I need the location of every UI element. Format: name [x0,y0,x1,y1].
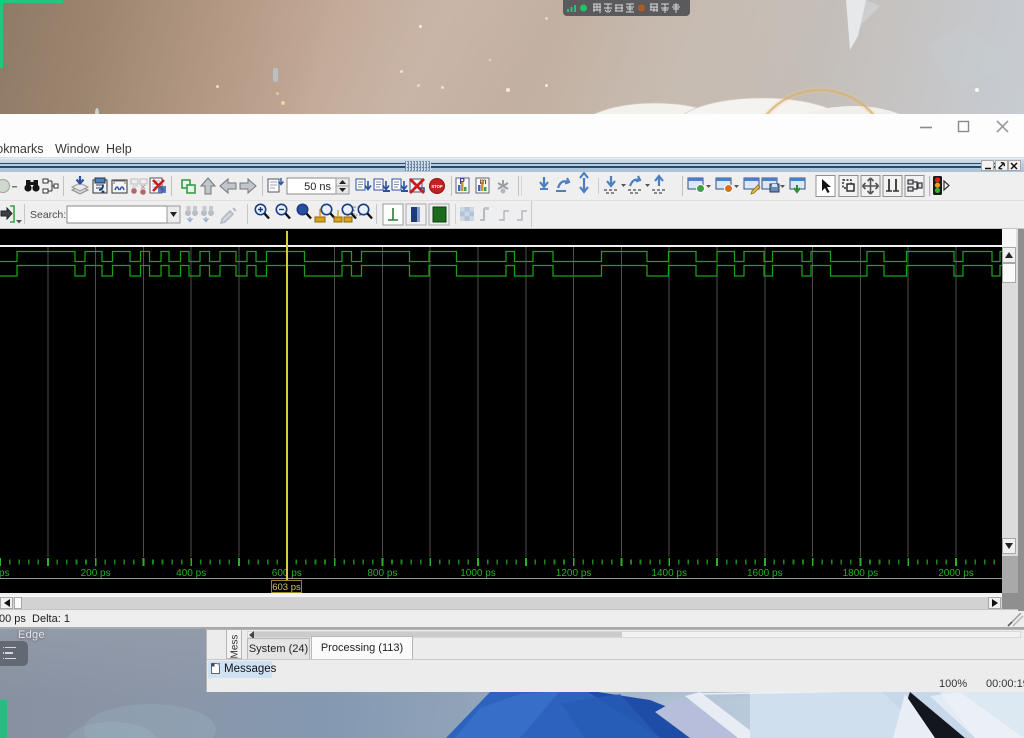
svg-text:P: P [460,177,466,186]
svg-text:1600 ps: 1600 ps [747,568,783,579]
svg-text:1200 ps: 1200 ps [556,568,592,579]
svg-text:ps: ps [0,568,10,579]
svg-text:400 ps: 400 ps [176,568,206,579]
svg-text:1800 ps: 1800 ps [843,568,879,579]
svg-text:1000 ps: 1000 ps [460,568,496,579]
svg-text:STOP: STOP [431,184,443,189]
svg-text:2000 ps: 2000 ps [938,568,974,579]
svg-text:603 ps: 603 ps [272,582,301,593]
svg-text:1400 ps: 1400 ps [651,568,687,579]
svg-text:Search:: Search: [30,209,66,221]
svg-text:m: m [480,177,487,186]
svg-text:50 ns: 50 ns [304,181,331,193]
svg-text:200 ps: 200 ps [81,568,111,579]
svg-text:800 ps: 800 ps [367,568,397,579]
